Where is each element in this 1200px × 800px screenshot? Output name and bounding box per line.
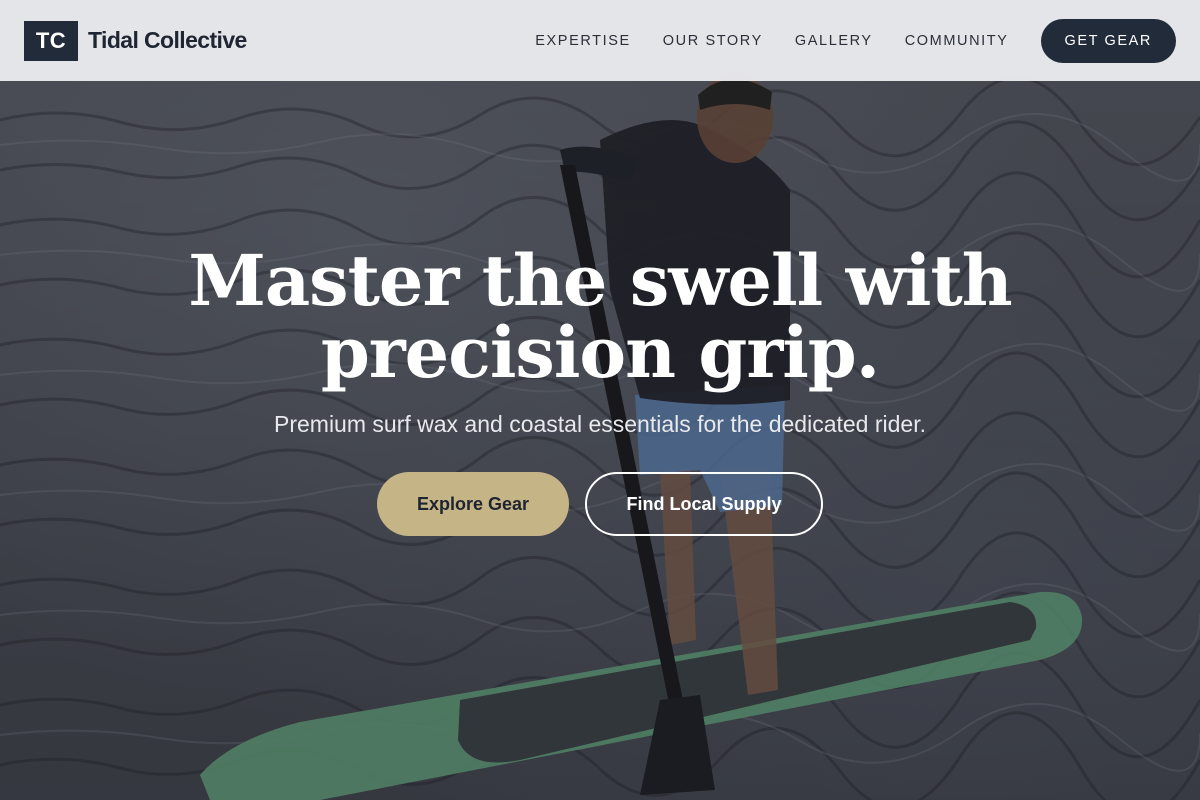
nav-link-gallery[interactable]: GALLERY (795, 33, 873, 49)
explore-gear-button[interactable]: Explore Gear (377, 472, 569, 536)
hero-content: Master the swell with precision grip. Pr… (0, 245, 1200, 536)
hero-headline-line-1: Master the swell with (188, 239, 1012, 322)
site-header: TC Tidal Collective EXPERTISE OUR STORY … (0, 0, 1200, 81)
logo-mark: TC (24, 20, 78, 61)
find-local-supply-button[interactable]: Find Local Supply (585, 472, 823, 536)
nav-link-our-story[interactable]: OUR STORY (663, 33, 763, 49)
hero-headline: Master the swell with precision grip. (0, 245, 1200, 389)
hero-subheading: Premium surf wax and coastal essentials … (274, 411, 926, 437)
nav-link-community[interactable]: COMMUNITY (905, 33, 1009, 49)
nav-link-expertise[interactable]: EXPERTISE (535, 33, 631, 49)
brand-name: Tidal Collective (88, 27, 247, 53)
hero-headline-line-2: precision grip. (320, 311, 880, 394)
logo-link[interactable]: TC Tidal Collective (24, 20, 247, 61)
main-nav: EXPERTISE OUR STORY GALLERY COMMUNITY GE… (535, 18, 1176, 63)
hero-actions: Explore Gear Find Local Supply (0, 472, 1200, 536)
get-gear-button[interactable]: GET GEAR (1040, 18, 1176, 63)
